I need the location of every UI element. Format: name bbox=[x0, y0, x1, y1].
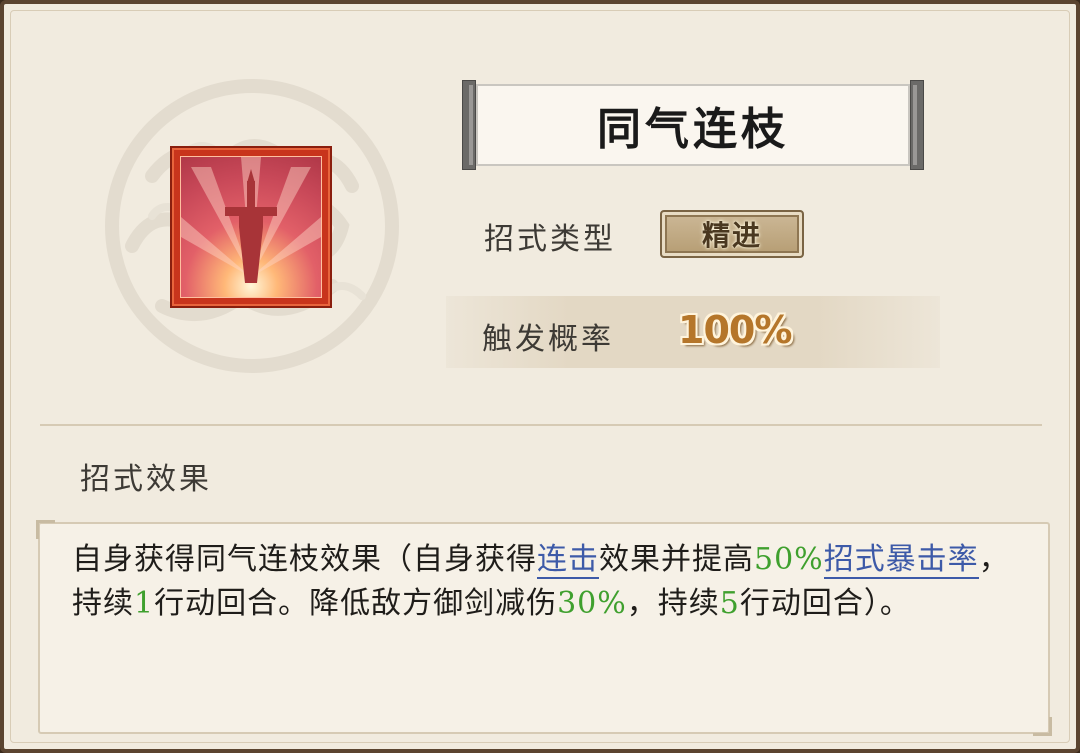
trigger-probability-label: 触发概率 bbox=[482, 322, 614, 357]
effect-text: 效果并提高 bbox=[599, 542, 754, 577]
title-bracket-right bbox=[910, 80, 924, 170]
sword-icon bbox=[181, 157, 321, 283]
effect-value: 5 bbox=[719, 586, 740, 621]
skill-title-box: 同气连枝 bbox=[462, 80, 924, 170]
effect-text: 自身获得同气连枝效果（自身获得 bbox=[72, 542, 537, 577]
title-bracket-left bbox=[462, 80, 476, 170]
effect-text: 行动回合）。 bbox=[739, 586, 911, 621]
effect-keyword-link[interactable]: 招式暴击率 bbox=[823, 542, 979, 579]
effect-text: ，持续 bbox=[626, 586, 720, 621]
trigger-probability-value: 100% bbox=[678, 308, 792, 352]
effect-description-box: 自身获得同气连枝效果（自身获得连击效果并提高50%招式暴击率 ，持续 1行动回合。降… bbox=[36, 520, 1052, 736]
effect-text: 行动回合。降低敌方御剑减伤 bbox=[154, 586, 558, 621]
skill-name: 同气连枝 bbox=[597, 104, 789, 155]
skill-type-value: 精进 bbox=[701, 219, 762, 252]
section-divider bbox=[40, 424, 1042, 426]
effect-value: 50% bbox=[754, 542, 824, 577]
effect-keyword-link[interactable]: 连击 bbox=[537, 542, 599, 579]
skill-type-label: 招式类型 bbox=[484, 222, 616, 257]
skill-type-badge: 精进 bbox=[660, 210, 804, 258]
skill-detail-panel: 同气连枝 招式类型 精进 触发概率 100% 招式效果 自身获得同气连枝效果（自… bbox=[0, 0, 1080, 753]
effect-description: 自身获得同气连枝效果（自身获得连击效果并提高50%招式暴击率 ，持续 1行动回合。降… bbox=[72, 538, 1022, 626]
effect-value: 30% bbox=[557, 586, 627, 621]
effect-heading: 招式效果 bbox=[80, 462, 212, 497]
skill-icon-frame bbox=[170, 146, 332, 308]
effect-value: 1 bbox=[134, 586, 155, 621]
